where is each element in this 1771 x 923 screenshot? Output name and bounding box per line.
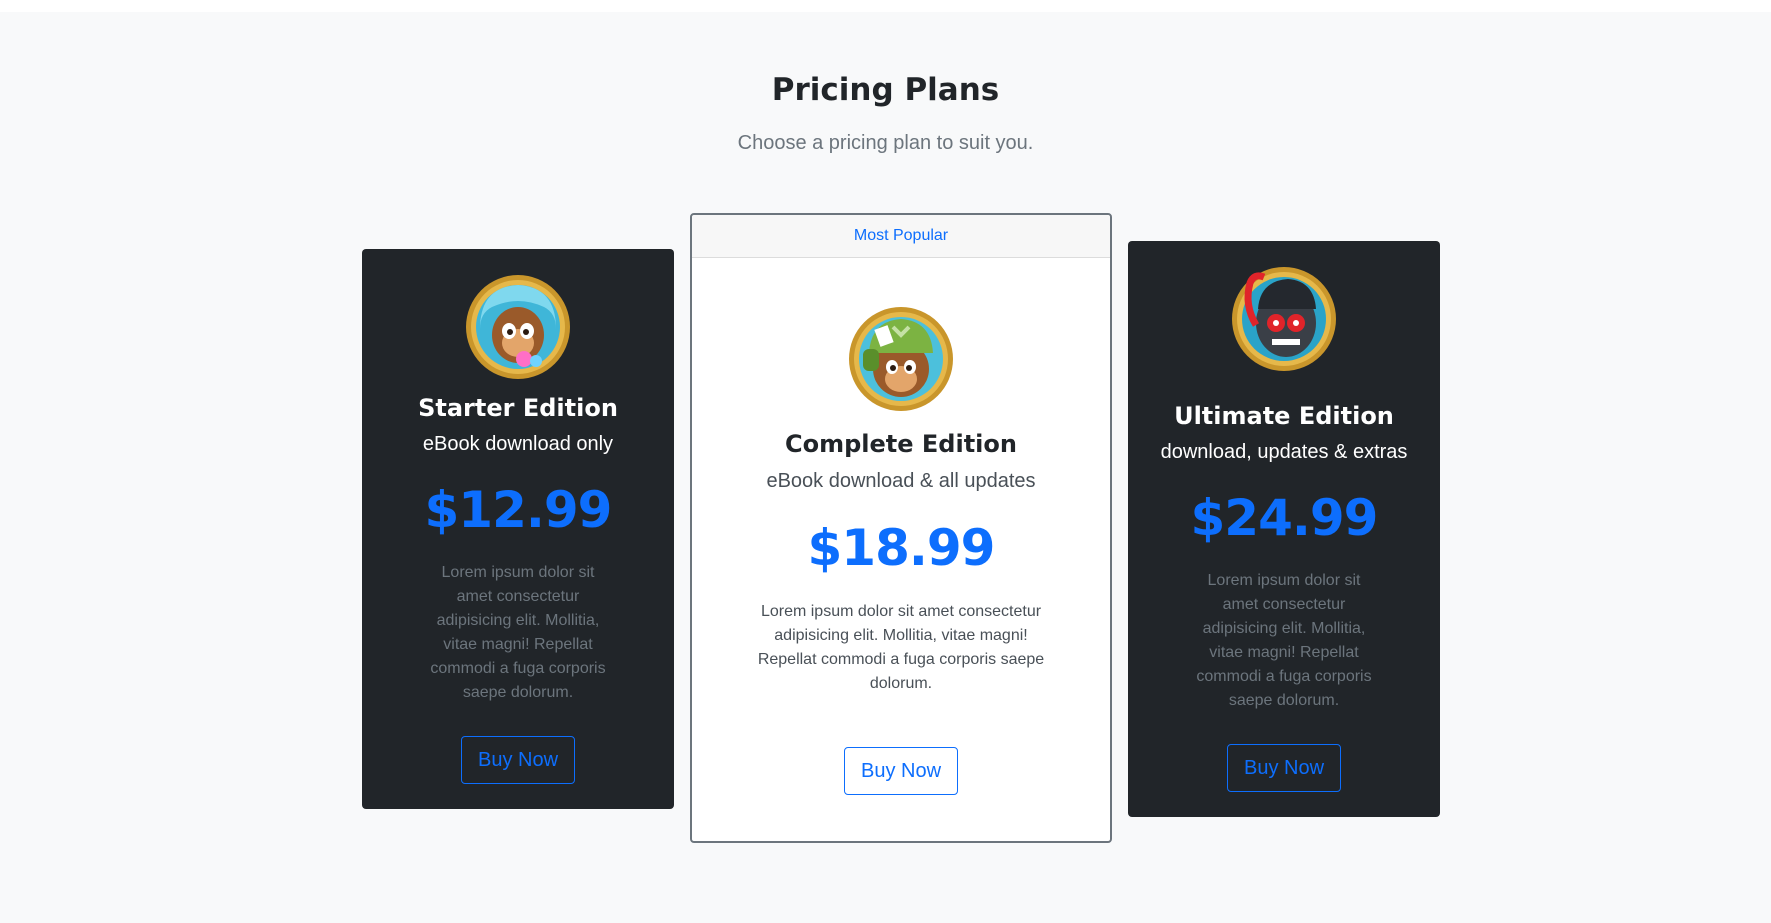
soldier-monkey-hero-icon <box>849 307 953 411</box>
most-popular-badge: Most Popular <box>692 215 1110 258</box>
pricing-card-starter: Starter Edition eBook download only $12.… <box>362 249 674 809</box>
buy-now-button[interactable]: Buy Now <box>461 736 575 784</box>
plan-price: $12.99 <box>424 481 613 539</box>
plan-description: Lorem ipsum dolor sit amet consectetur a… <box>1196 572 1372 709</box>
plan-name: Starter Edition <box>418 394 618 422</box>
plan-tagline: eBook download only <box>422 433 614 455</box>
pricing-card-complete: Most Popular Complete Edition eBook down… <box>690 213 1112 843</box>
buy-now-button[interactable]: Buy Now <box>1227 744 1341 792</box>
pricing-card-ultimate: Ultimate Edition download, updates & ext… <box>1128 241 1440 817</box>
robot-monkey-hero-icon <box>1232 267 1336 371</box>
buy-now-button[interactable]: Buy Now <box>844 747 958 795</box>
plan-price: $18.99 <box>807 519 996 577</box>
page-title: Pricing Plans <box>771 72 1000 108</box>
baby-monkey-hero-icon <box>466 275 570 379</box>
plan-price: $24.99 <box>1190 489 1379 547</box>
plan-description: Lorem ipsum dolor sit amet consectetur a… <box>430 564 606 701</box>
plan-tagline: download, updates & extras <box>1160 441 1408 463</box>
plan-name: Ultimate Edition <box>1174 402 1394 430</box>
plan-name: Complete Edition <box>785 430 1017 458</box>
plan-tagline: eBook download & all updates <box>766 470 1036 492</box>
page-subtitle: Choose a pricing plan to suit you. <box>737 132 1034 154</box>
plan-description: Lorem ipsum dolor sit amet consectetur a… <box>757 603 1045 692</box>
